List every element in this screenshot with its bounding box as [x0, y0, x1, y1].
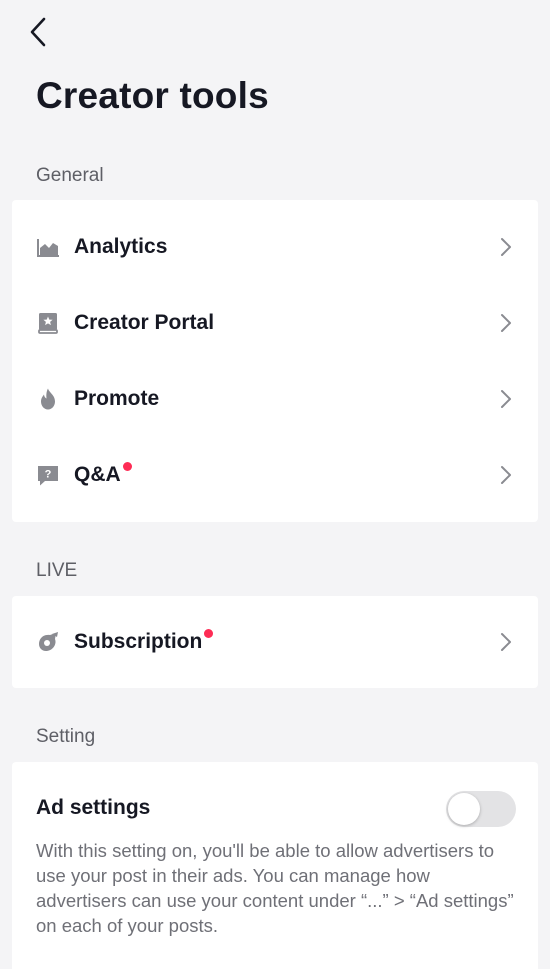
menu-item-qa[interactable]: ? Q&A — [12, 437, 538, 513]
chevron-right-icon — [501, 633, 511, 651]
ad-settings-toggle[interactable] — [446, 791, 516, 827]
section-label-general: General — [36, 165, 104, 186]
menu-item-subscription[interactable]: Subscription — [12, 604, 538, 680]
notification-dot — [122, 462, 132, 471]
toggle-knob — [448, 793, 480, 825]
menu-item-label: Creator Portal — [74, 311, 215, 334]
live-card: Subscription — [12, 596, 538, 688]
back-button[interactable] — [20, 14, 56, 50]
chevron-right-icon — [501, 314, 511, 332]
creator-portal-icon — [36, 311, 60, 335]
general-card: Analytics Creator Portal Promote ? Q&A — [12, 200, 538, 522]
section-label-setting: Setting — [36, 726, 96, 747]
setting-card: Ad settings With this setting on, you'll… — [12, 762, 538, 969]
section-label-live: LIVE — [36, 560, 78, 581]
question-bubble-icon: ? — [36, 463, 60, 487]
ad-settings-title: Ad settings — [36, 796, 151, 819]
chevron-right-icon — [501, 390, 511, 408]
menu-item-label: Promote — [74, 387, 160, 410]
page-title: Creator tools — [36, 75, 269, 116]
menu-item-creator-portal[interactable]: Creator Portal — [12, 285, 538, 361]
flame-icon — [36, 387, 60, 411]
menu-item-promote[interactable]: Promote — [12, 361, 538, 437]
notification-dot — [204, 629, 214, 638]
ad-settings-description: With this setting on, you'll be able to … — [36, 840, 514, 936]
chevron-left-icon — [30, 17, 46, 47]
analytics-icon — [36, 235, 60, 259]
chevron-right-icon — [501, 466, 511, 484]
menu-item-label: Analytics — [74, 235, 168, 258]
menu-item-analytics[interactable]: Analytics — [12, 209, 538, 285]
chevron-right-icon — [501, 238, 511, 256]
subscription-icon — [36, 630, 60, 654]
menu-item-label: Subscription — [74, 630, 203, 653]
svg-text:?: ? — [45, 469, 52, 481]
menu-item-label: Q&A — [74, 463, 121, 486]
